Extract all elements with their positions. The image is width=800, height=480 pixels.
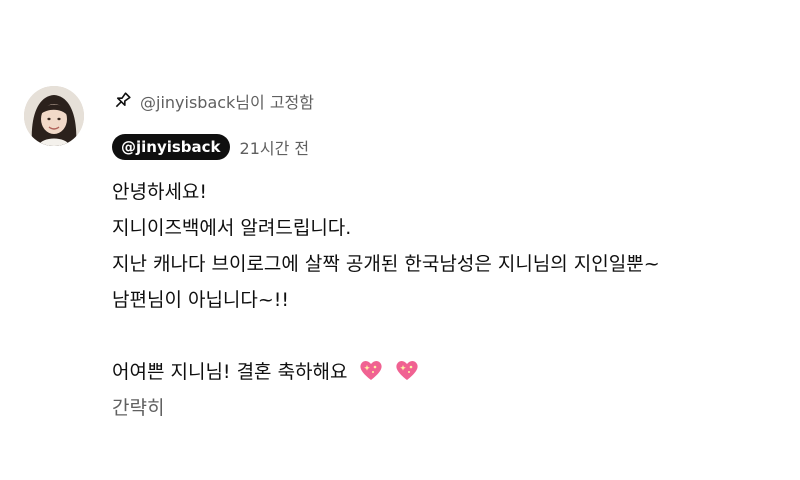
comment-body: 안녕하세요! 지니이즈백에서 알려드립니다. 지난 캐나다 브이로그에 살짝 공…	[112, 174, 782, 426]
comment-line: 어여쁜 지니님! 결혼 축하해요	[112, 361, 348, 383]
pin-icon	[112, 91, 132, 111]
sparkling-heart-icon	[394, 358, 420, 382]
author-name-chip[interactable]: @jinyisback	[112, 134, 230, 160]
comment-line-with-emoji: 어여쁜 지니님! 결혼 축하해요	[112, 354, 782, 390]
pinned-indicator: @jinyisback님이 고정함	[112, 88, 782, 114]
comment-line: 지니이즈백에서 알려드립니다.	[112, 217, 352, 239]
comment-line: 안녕하세요!	[112, 181, 208, 203]
avatar[interactable]	[24, 86, 84, 146]
show-less-link[interactable]: 간략히	[112, 390, 782, 426]
comment-timestamp[interactable]: 21시간 전	[240, 135, 310, 159]
pinned-text: @jinyisback님이 고정함	[140, 93, 314, 112]
sparkling-heart-icon	[358, 358, 384, 382]
avatar-image	[24, 86, 84, 146]
pinned-comment: @jinyisback님이 고정함 @jinyisback 21시간 전 안녕하…	[0, 0, 800, 480]
comment-blank-line	[112, 318, 782, 354]
comment-line: 남편님이 아닙니다~!!	[112, 289, 290, 311]
comment-line: 지난 캐나다 브이로그에 살짝 공개된 한국남성은 지니님의 지인일뿐~	[112, 253, 660, 275]
